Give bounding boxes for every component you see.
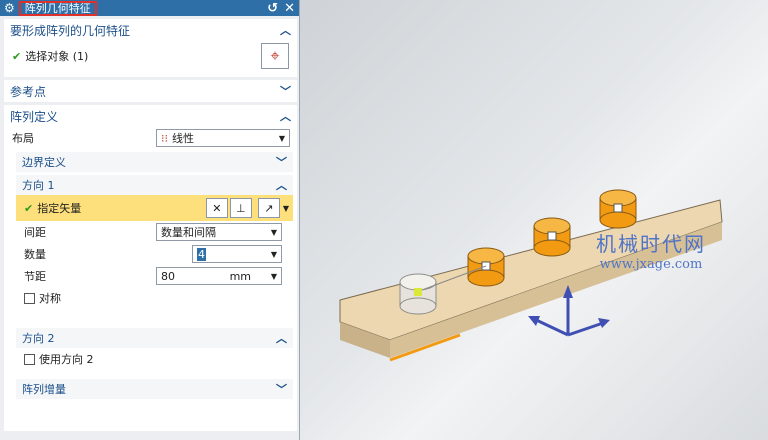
cylinder-copy-3[interactable] xyxy=(599,189,637,229)
dialog-titlebar: ⚙ 阵列几何特征 ↺ ✕ xyxy=(0,0,299,16)
grid-icon: ⁝⁝ xyxy=(161,131,168,145)
pitch-unit: mm xyxy=(229,269,251,283)
boundary-title: 边界定义 xyxy=(22,156,66,169)
gear-icon[interactable]: ⚙ xyxy=(4,1,15,15)
geometry-section: 要形成阵列的几何特征 ︿ ✔ 选择对象 (1) ⌖ xyxy=(4,19,297,77)
check-icon: ✔ xyxy=(24,201,34,215)
spacing-value: 数量和间隔 xyxy=(161,226,216,239)
layout-value: 线性 xyxy=(172,132,194,145)
direction1-header[interactable]: 方向 1 ︿ xyxy=(16,175,293,195)
layout-select[interactable]: ⁝⁝ 线性 ▼ xyxy=(156,129,290,147)
increment-subsection: 阵列增量 ﹀ xyxy=(16,379,293,399)
symmetric-checkbox[interactable] xyxy=(24,292,35,304)
spacing-label: 间距 xyxy=(24,226,46,239)
reference-point-section: 参考点 ﹀ xyxy=(4,80,297,102)
chevron-down-icon[interactable]: ﹀ xyxy=(276,154,287,170)
boundary-subsection: 边界定义 ﹀ xyxy=(16,152,293,172)
vector-constructor-icon[interactable]: ↗ xyxy=(257,198,280,218)
use-direction2-label: 使用方向 2 xyxy=(39,353,94,366)
graphics-viewport[interactable]: 机械时代网 www.jxage.com xyxy=(300,0,768,440)
vector-dropdown-icon[interactable]: ▼ xyxy=(283,204,289,213)
pitch-input[interactable]: 80 mm ▼ xyxy=(156,267,282,285)
chevron-down-icon[interactable]: ﹀ xyxy=(280,83,291,99)
boundary-header[interactable]: 边界定义 ﹀ xyxy=(16,152,293,172)
geometry-section-header[interactable]: 要形成阵列的几何特征 ︿ xyxy=(4,19,297,41)
layout-row: 布局 ⁝⁝ 线性 ▼ xyxy=(4,127,297,149)
dropdown-arrow-icon: ▼ xyxy=(270,249,277,259)
watermark-line1: 机械时代网 xyxy=(596,232,706,256)
reference-point-header[interactable]: 参考点 ﹀ xyxy=(4,80,297,102)
specify-vector-label: 指定矢量 xyxy=(37,202,82,215)
spacing-select[interactable]: 数量和间隔 ▼ xyxy=(156,223,282,241)
reset-icon[interactable]: ↺ xyxy=(267,1,278,16)
cylinder-original[interactable] xyxy=(399,273,437,315)
dialog-title: 阵列几何特征 xyxy=(18,0,97,16)
dropdown-arrow-icon: ▼ xyxy=(270,227,277,237)
select-object-label: 选择对象 (1) xyxy=(25,50,89,63)
chevron-up-icon[interactable]: ︿ xyxy=(280,108,291,124)
pattern-feature-dialog: ⚙ 阵列几何特征 ↺ ✕ 要形成阵列的几何特征 ︿ ✔ 选择对象 (1) ⌖ 参… xyxy=(0,0,300,440)
cylinder-copy-1[interactable] xyxy=(467,247,505,287)
watermark: 机械时代网 www.jxage.com xyxy=(596,228,706,272)
symmetric-row[interactable]: 对称 xyxy=(16,287,293,309)
pattern-definition-title: 阵列定义 xyxy=(10,109,59,124)
direction1-subsection: 方向 1 ︿ ✔ 指定矢量 ✕ ⊥ ↗ ▼ 间距 数量和间隔 ▼ 数量 4 ▼ … xyxy=(16,175,293,325)
pattern-definition-header[interactable]: 阵列定义 ︿ xyxy=(4,105,297,127)
select-object-row[interactable]: ✔ 选择对象 (1) ⌖ xyxy=(4,41,297,71)
count-label: 数量 xyxy=(24,248,46,261)
use-direction2-row[interactable]: 使用方向 2 xyxy=(16,348,293,370)
direction2-title: 方向 2 xyxy=(22,332,55,345)
chevron-up-icon[interactable]: ︿ xyxy=(276,177,287,193)
chevron-up-icon[interactable]: ︿ xyxy=(280,22,291,38)
dropdown-arrow-icon: ▼ xyxy=(278,133,285,143)
count-input[interactable]: 4 ▼ xyxy=(192,245,282,263)
pattern-definition-section: 阵列定义 ︿ 布局 ⁝⁝ 线性 ▼ 边界定义 ﹀ 方向 1 ︿ ✔ 指定矢量 ✕… xyxy=(4,105,297,431)
symmetric-label: 对称 xyxy=(39,292,61,305)
chevron-down-icon[interactable]: ﹀ xyxy=(276,381,287,397)
cylinder-copy-2[interactable] xyxy=(533,217,571,257)
use-direction2-checkbox[interactable] xyxy=(24,353,35,365)
pitch-label: 节距 xyxy=(24,270,46,283)
pitch-value: 80 xyxy=(161,269,175,283)
crosshair-select-button[interactable]: ⌖ xyxy=(261,43,289,69)
chevron-up-icon[interactable]: ︿ xyxy=(276,330,287,346)
close-icon[interactable]: ✕ xyxy=(284,1,295,16)
model-scene[interactable] xyxy=(300,0,768,440)
count-row: 数量 4 ▼ xyxy=(16,243,293,265)
layout-label: 布局 xyxy=(12,132,34,145)
dropdown-arrow-icon: ▼ xyxy=(270,271,277,281)
direction2-header[interactable]: 方向 2 ︿ xyxy=(16,328,293,348)
specify-vector-row[interactable]: ✔ 指定矢量 ✕ ⊥ ↗ ▼ xyxy=(16,195,293,221)
direction1-title: 方向 1 xyxy=(22,179,55,192)
check-icon: ✔ xyxy=(12,49,22,63)
vector-axis-icon[interactable]: ⊥ xyxy=(229,198,252,218)
direction2-subsection: 方向 2 ︿ 使用方向 2 xyxy=(16,328,293,376)
reference-point-title: 参考点 xyxy=(10,84,47,99)
watermark-line2: www.jxage.com xyxy=(599,257,703,272)
count-value: 4 xyxy=(197,247,206,261)
reverse-direction-icon[interactable]: ✕ xyxy=(205,198,228,218)
spacing-row: 间距 数量和间隔 ▼ xyxy=(16,221,293,243)
increment-title: 阵列增量 xyxy=(22,383,66,396)
pitch-row: 节距 80 mm ▼ xyxy=(16,265,293,287)
increment-header[interactable]: 阵列增量 ﹀ xyxy=(16,379,293,399)
geometry-section-title: 要形成阵列的几何特征 xyxy=(10,23,131,38)
